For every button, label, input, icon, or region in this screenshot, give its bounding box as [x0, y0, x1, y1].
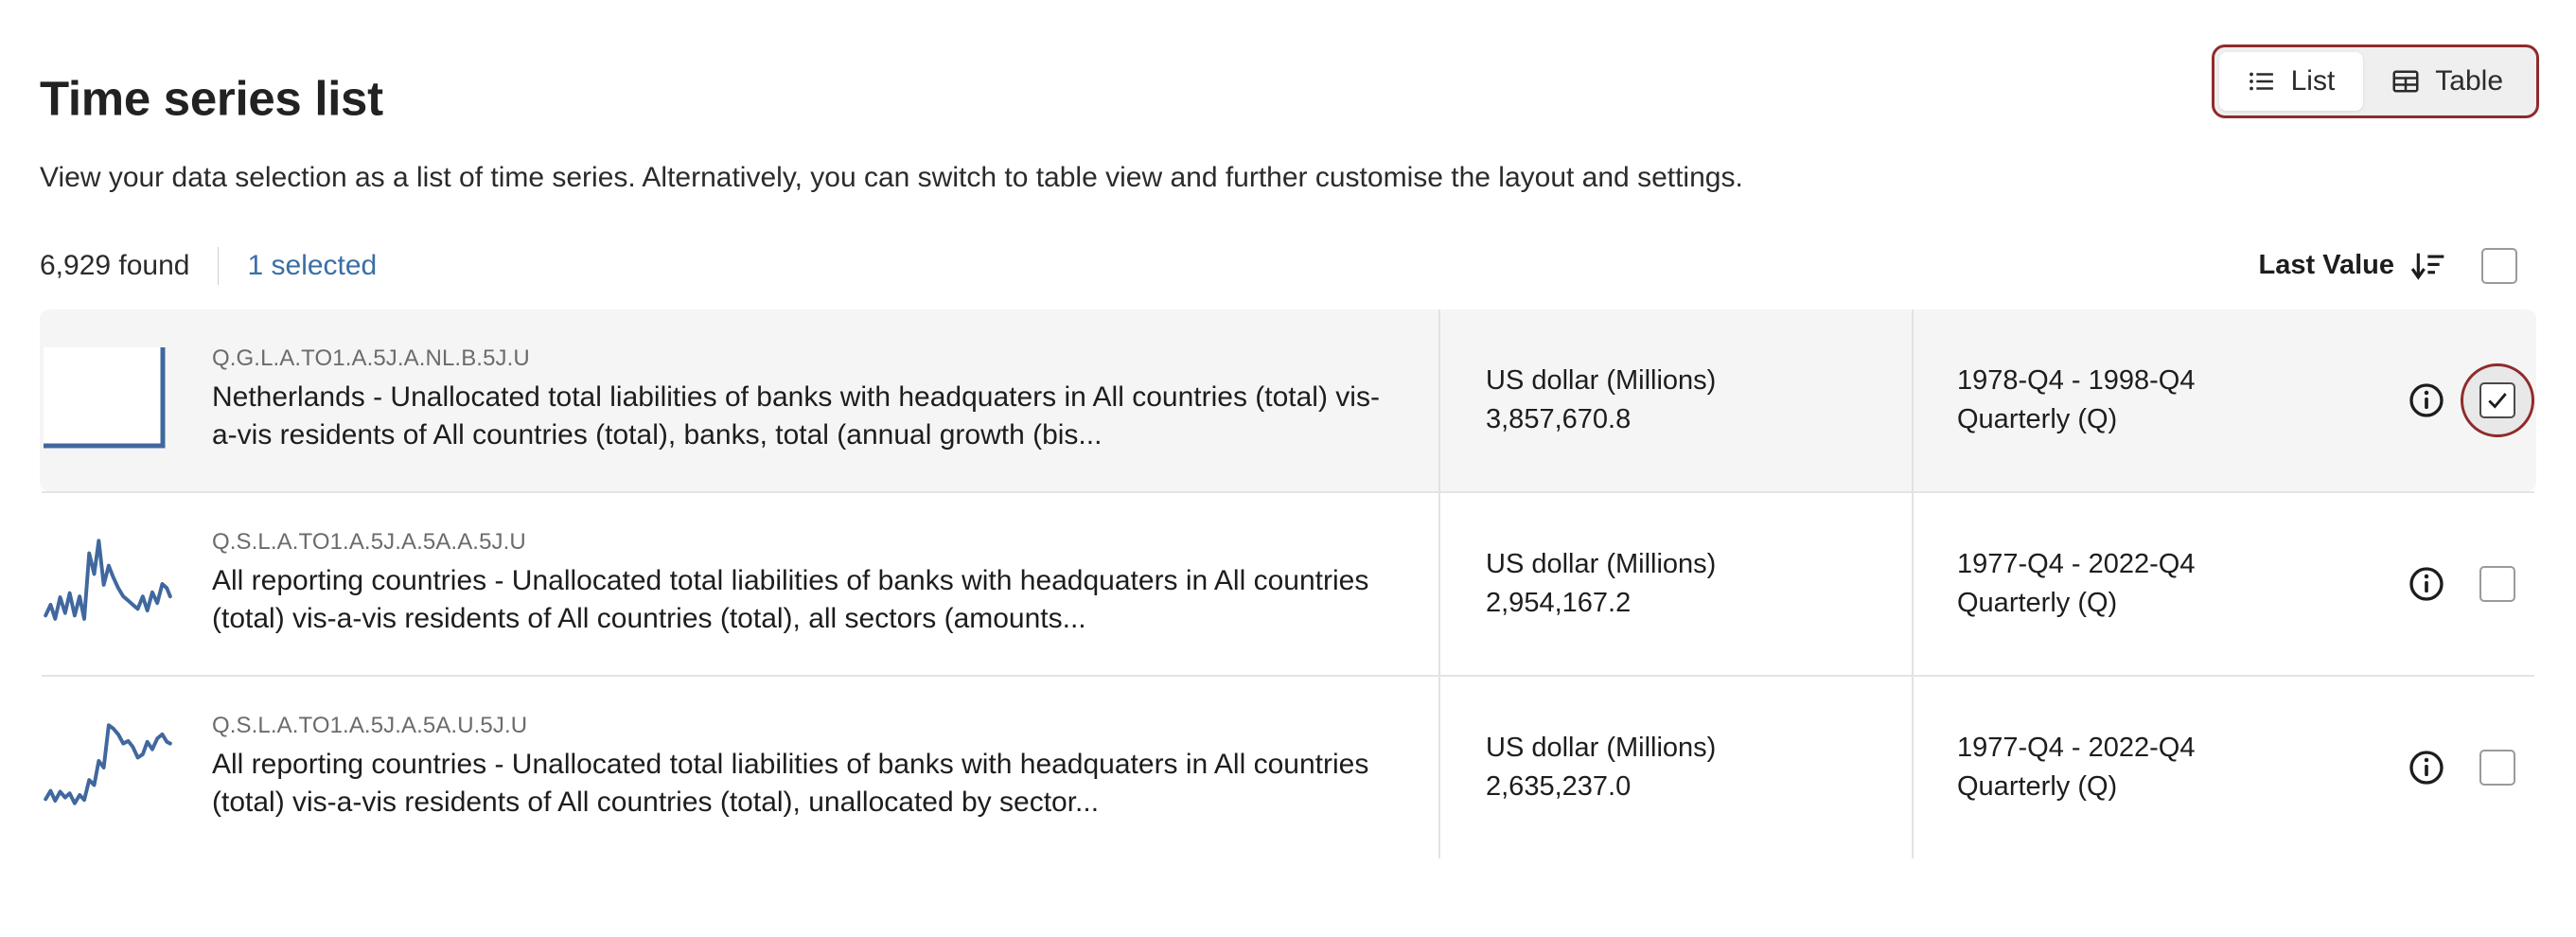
- table-row[interactable]: Q.G.L.A.TO1.A.5J.A.NL.B.5J.U Netherlands…: [40, 309, 2536, 491]
- unit-and-value-cell: US dollar (Millions) 3,857,670.8: [1438, 309, 1912, 491]
- series-frequency: Quarterly (Q): [1957, 403, 2118, 434]
- series-key: Q.G.L.A.TO1.A.5J.A.NL.B.5J.U: [212, 345, 530, 372]
- series-last-value: 2,635,237.0: [1486, 770, 1632, 802]
- page-title: Time series list: [40, 71, 383, 126]
- list-icon: [2248, 67, 2276, 96]
- series-title: All reporting countries - Unallocated to…: [212, 749, 1369, 818]
- series-frequency: Quarterly (Q): [1957, 587, 2118, 618]
- series-key: Q.S.L.A.TO1.A.5J.A.5A.U.5J.U: [212, 713, 528, 739]
- row-actions: [2356, 362, 2536, 437]
- table-row[interactable]: Q.S.L.A.TO1.A.5J.A.5A.A.5J.U All reporti…: [40, 492, 2536, 675]
- sparkline-chart: [40, 715, 178, 821]
- sort-descending-icon[interactable]: [2394, 247, 2462, 285]
- info-icon[interactable]: [2392, 381, 2461, 419]
- series-description: Q.S.L.A.TO1.A.5J.A.5A.U.5J.U All reporti…: [178, 713, 1438, 822]
- series-frequency: Quarterly (Q): [1957, 770, 2118, 802]
- view-toggle-table-label: Table: [2435, 65, 2503, 97]
- series-title: Netherlands - Unallocated total liabilit…: [212, 381, 1380, 451]
- table-row[interactable]: Q.S.L.A.TO1.A.5J.A.5A.U.5J.U All reporti…: [40, 676, 2536, 858]
- row-actions: [2356, 547, 2536, 621]
- sparkline-chart: [40, 346, 178, 453]
- select-all-checkbox[interactable]: [2481, 247, 2517, 284]
- select-all-checkbox-wrapper[interactable]: [2462, 247, 2536, 284]
- period-and-frequency-cell: 1978-Q4 - 1998-Q4 Quarterly (Q): [1912, 309, 2356, 491]
- view-toggle-table-button[interactable]: Table: [2363, 52, 2532, 111]
- series-key: Q.S.L.A.TO1.A.5J.A.5A.A.5J.U: [212, 529, 526, 556]
- series-period: 1977-Q4 - 2022-Q4: [1957, 549, 2196, 580]
- time-series-list-page: Time series list List Table View your da…: [0, 0, 2576, 937]
- unit-and-value-cell: US dollar (Millions) 2,954,167.2: [1438, 492, 1912, 675]
- row-checkbox-wrapper[interactable]: [2461, 547, 2534, 621]
- period-and-frequency-cell: 1977-Q4 - 2022-Q4 Quarterly (Q): [1912, 676, 2356, 858]
- sparkline-chart: [40, 531, 178, 637]
- unit-and-value-cell: US dollar (Millions) 2,635,237.0: [1438, 676, 1912, 858]
- series-period: 1978-Q4 - 1998-Q4: [1957, 365, 2196, 397]
- row-checkbox-wrapper[interactable]: [2461, 362, 2534, 437]
- series-unit: US dollar (Millions): [1486, 365, 1717, 397]
- row-checkbox[interactable]: [2479, 381, 2515, 418]
- series-period: 1977-Q4 - 2022-Q4: [1957, 733, 2196, 764]
- series-unit: US dollar (Millions): [1486, 733, 1717, 764]
- series-last-value: 2,954,167.2: [1486, 587, 1632, 618]
- series-description: Q.G.L.A.TO1.A.5J.A.NL.B.5J.U Netherlands…: [178, 345, 1438, 454]
- row-checkbox-wrapper[interactable]: [2461, 731, 2534, 804]
- info-icon[interactable]: [2392, 749, 2461, 787]
- series-last-value: 3,857,670.8: [1486, 403, 1632, 434]
- page-header: Time series list List Table: [40, 0, 2540, 170]
- view-toggle-list-label: List: [2290, 65, 2336, 97]
- row-actions: [2356, 731, 2536, 804]
- period-and-frequency-cell: 1977-Q4 - 2022-Q4 Quarterly (Q): [1912, 492, 2356, 675]
- row-checkbox[interactable]: [2479, 749, 2515, 786]
- table-icon: [2391, 67, 2420, 96]
- series-unit: US dollar (Millions): [1486, 549, 1717, 580]
- series-description: Q.S.L.A.TO1.A.5J.A.5A.A.5J.U All reporti…: [178, 529, 1438, 638]
- view-toggle-list-button[interactable]: List: [2218, 52, 2364, 111]
- last-value-column-label: Last Value: [2258, 250, 2394, 280]
- time-series-list: Q.G.L.A.TO1.A.5J.A.NL.B.5J.U Netherlands…: [40, 309, 2536, 858]
- results-meta-row: 6,929 found 1 selected Last Value: [40, 239, 2536, 292]
- found-count: 6,929 found: [40, 249, 190, 281]
- info-icon[interactable]: [2392, 565, 2461, 603]
- series-title: All reporting countries - Unallocated to…: [212, 565, 1369, 634]
- list-column-header-right: Last Value: [2259, 247, 2536, 285]
- meta-separator: [218, 246, 220, 285]
- view-mode-toggle-group[interactable]: List Table: [2211, 44, 2540, 118]
- row-checkbox[interactable]: [2479, 565, 2515, 602]
- selected-count-link[interactable]: 1 selected: [247, 250, 377, 282]
